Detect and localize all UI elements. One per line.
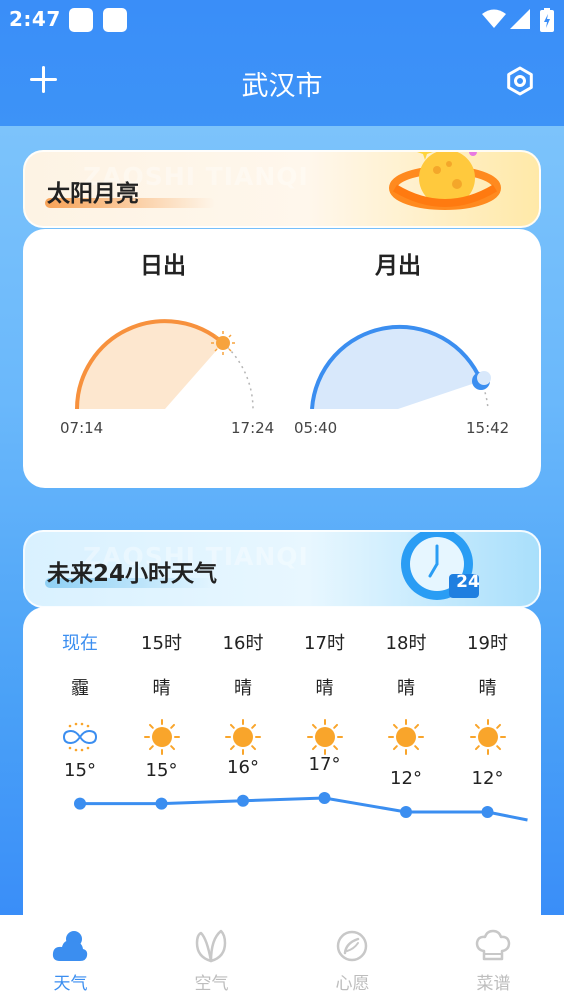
sunmoon-banner: ZAOSHI TIANQI 太阳月亮 — [23, 150, 541, 228]
chef-hat-icon — [475, 929, 511, 961]
tab-wish-label: 心愿 — [335, 974, 370, 994]
tab-weather-label: 天气 — [53, 974, 88, 994]
temperature-point — [155, 797, 168, 810]
temperature-point — [74, 797, 86, 810]
battery-icon — [540, 8, 554, 32]
tab-weather[interactable]: 天气 — [0, 915, 141, 1004]
notification-icon — [103, 8, 127, 32]
tab-air-label: 空气 — [194, 974, 229, 994]
planet-icon — [389, 152, 501, 210]
wifi-icon — [482, 9, 506, 28]
sunmoon-card: 日出 月出 07:14 17:24 05:40 15:42 — [23, 229, 541, 488]
bottom-tab-bar: 天气 空气 心愿 菜谱 — [0, 915, 564, 1004]
moonset-time: 15:42 — [466, 419, 510, 437]
settings-button[interactable] — [505, 66, 535, 96]
clock-icon — [401, 532, 479, 600]
signal-icon — [510, 9, 530, 29]
moonrise-time: 05:40 — [294, 419, 338, 437]
sunrise-heading: 日出 — [140, 253, 186, 279]
sunmoon-title: 太阳月亮 — [47, 181, 139, 207]
temperature-point — [400, 806, 412, 818]
sun-arc — [75, 319, 254, 409]
temperature-point — [481, 806, 494, 818]
status-bar: 2:47 — [0, 0, 564, 40]
sunset-time: 17:24 — [231, 419, 275, 437]
wish-icon — [336, 930, 368, 962]
temperature-point — [237, 794, 249, 807]
status-time: 2:47 — [9, 7, 61, 31]
forecast-title: 未来24小时天气 — [47, 561, 218, 587]
forecast-banner: ZAOSHI TIANQI 未来24小时天气 24 — [23, 530, 541, 608]
tab-recipe-label: 菜谱 — [476, 974, 511, 994]
moon-arc — [310, 324, 491, 409]
temperature-line — [80, 796, 528, 822]
app-header: 武汉市 — [0, 40, 564, 126]
tab-recipe[interactable]: 菜谱 — [423, 915, 564, 1004]
temperature-chart — [74, 792, 528, 822]
notification-icon — [69, 8, 93, 32]
clock-badge: 24 — [456, 572, 480, 592]
leaf-icon — [195, 929, 227, 963]
forecast-card: 现在霾 15° 15时晴 15° 16时晴 16° 17时晴 17° 18时晴 12° 19时晴 12… — [23, 607, 541, 937]
weather-icon — [52, 931, 88, 961]
sunrise-time: 07:14 — [60, 419, 104, 437]
temperature-point — [318, 792, 331, 804]
moonrise-heading: 月出 — [375, 253, 421, 279]
tab-wish[interactable]: 心愿 — [282, 915, 423, 1004]
city-title: 武汉市 — [241, 71, 323, 102]
tab-air[interactable]: 空气 — [141, 915, 282, 1004]
